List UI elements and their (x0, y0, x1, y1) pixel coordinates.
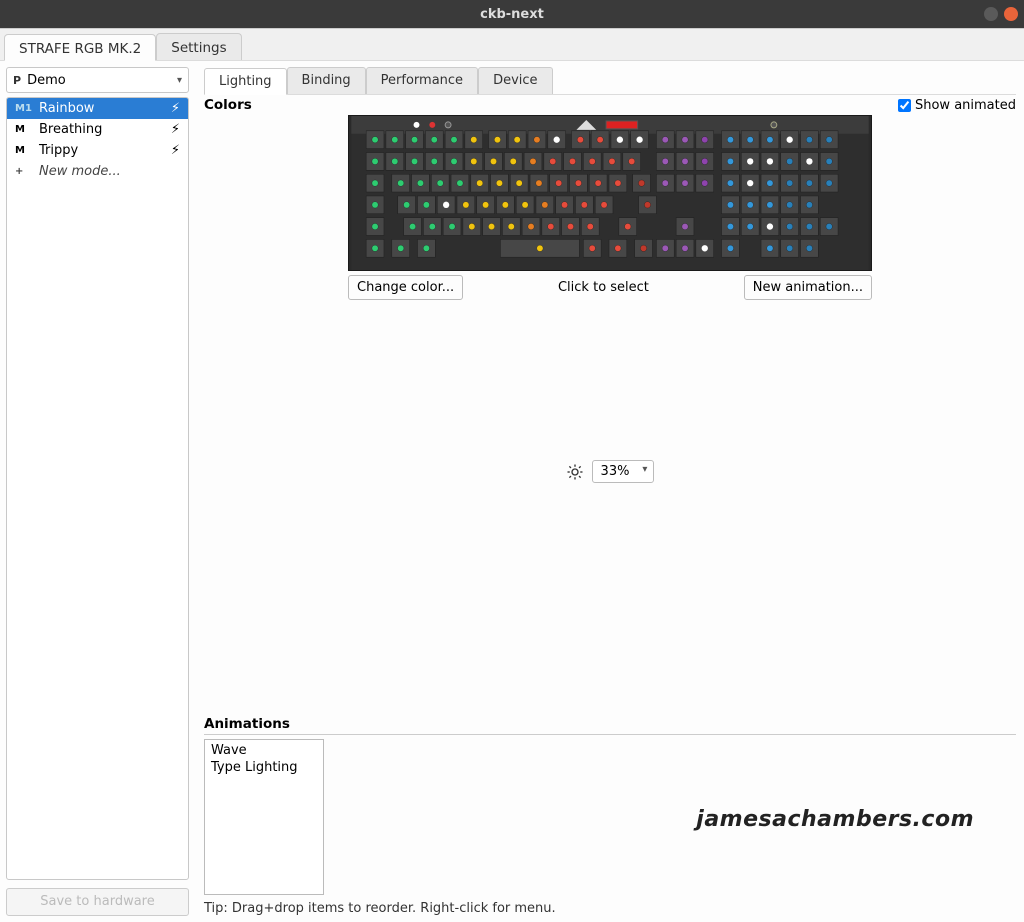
new-animation-button[interactable]: New animation... (744, 275, 872, 300)
tab-performance[interactable]: Performance (366, 67, 478, 94)
sidebar: P Demo M1 Rainbow ⚡ M Breathing ⚡ M Trip… (0, 61, 196, 922)
minimize-icon[interactable] (984, 7, 998, 21)
lightning-icon: ⚡ (171, 122, 180, 137)
colors-heading: Colors (204, 97, 252, 113)
close-icon[interactable] (1004, 7, 1018, 21)
window-title: ckb-next (480, 7, 544, 22)
list-item[interactable]: Wave (211, 742, 317, 759)
lightning-icon: ⚡ (171, 143, 180, 158)
profile-marker-icon: P (13, 74, 21, 87)
tab-device-inner[interactable]: Device (478, 67, 552, 94)
change-color-button[interactable]: Change color... (348, 275, 463, 300)
mode-item-breathing[interactable]: M Breathing ⚡ (7, 119, 188, 140)
tab-lighting[interactable]: Lighting (204, 68, 287, 95)
titlebar: ckb-next (0, 0, 1024, 28)
tab-device[interactable]: STRAFE RGB MK.2 (4, 34, 156, 61)
mode-label: Breathing (39, 122, 102, 137)
inner-tabs: Lighting Binding Performance Device (204, 67, 1016, 95)
lightning-icon: ⚡ (171, 101, 180, 116)
mode-slot-icon: M (15, 145, 33, 156)
mode-label: New mode... (39, 164, 121, 179)
show-animated-checkbox[interactable] (898, 99, 911, 112)
list-item[interactable]: Type Lighting (211, 759, 317, 776)
device-tabs: STRAFE RGB MK.2 Settings (0, 29, 1024, 61)
mode-item-trippy[interactable]: M Trippy ⚡ (7, 140, 188, 161)
mode-item-new[interactable]: + New mode... (7, 161, 188, 182)
mode-slot-icon: M1 (15, 103, 33, 114)
show-animated-label: Show animated (915, 98, 1016, 113)
tab-binding[interactable]: Binding (287, 67, 366, 94)
save-to-hardware-button[interactable]: Save to hardware (6, 888, 189, 916)
show-animated-toggle[interactable]: Show animated (898, 98, 1016, 113)
animations-heading: Animations (204, 716, 1016, 735)
animations-list[interactable]: Wave Type Lighting (204, 739, 324, 895)
brightness-icon (566, 463, 584, 481)
tab-settings[interactable]: Settings (156, 33, 241, 60)
mode-item-rainbow[interactable]: M1 Rainbow ⚡ (7, 98, 188, 119)
mode-slot-icon: M (15, 124, 33, 135)
mode-list[interactable]: M1 Rainbow ⚡ M Breathing ⚡ M Trippy ⚡ + … (6, 97, 189, 880)
mode-label: Rainbow (39, 101, 94, 116)
profile-select[interactable]: P Demo (6, 67, 189, 93)
right-pane: Lighting Binding Performance Device Colo… (196, 61, 1024, 922)
plus-icon: + (15, 166, 33, 177)
watermark: jamesachambers.com (696, 807, 974, 832)
click-to-select-label: Click to select (463, 280, 744, 295)
brightness-select[interactable]: 33% (592, 460, 655, 483)
keyboard-preview[interactable] (348, 115, 872, 271)
animations-tip: Tip: Drag+drop items to reorder. Right-c… (204, 901, 1016, 916)
mode-label: Trippy (39, 143, 78, 158)
profile-name: Demo (27, 73, 66, 88)
